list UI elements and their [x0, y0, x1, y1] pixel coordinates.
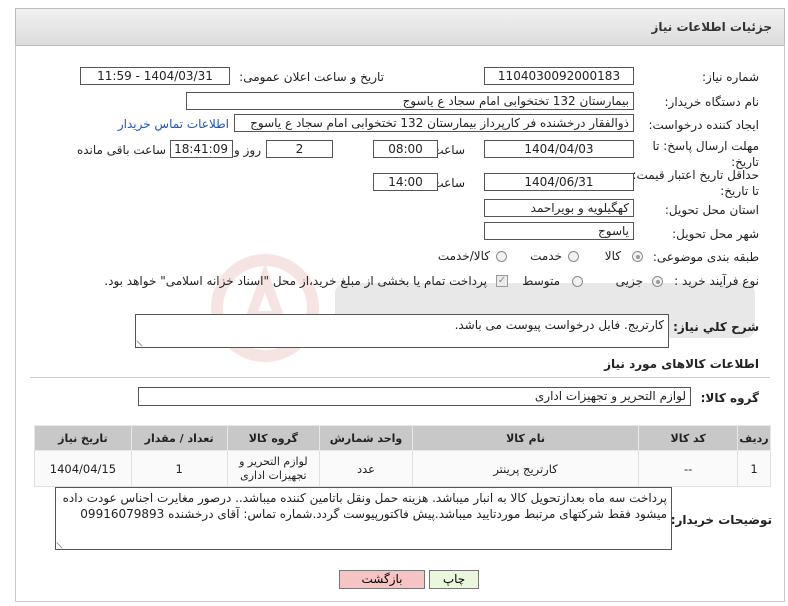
validity-time-field[interactable]: 14:00	[373, 173, 438, 191]
table-row[interactable]: 1 -- کارتریج پرینتر عدد لوازم التحریر و …	[34, 450, 771, 487]
province-field[interactable]: کهگیلویه و بویراحمد	[484, 199, 634, 217]
reply-deadline-label: مهلت ارسال پاسخ: تا تاریخ:	[652, 139, 759, 169]
remaining-time-label: ساعت باقی مانده	[76, 143, 166, 157]
category-option-goods: کالا	[604, 249, 621, 263]
buyer-label: نام دستگاه خریدار:	[664, 95, 760, 109]
remaining-time-field[interactable]: 18:41:09	[170, 140, 233, 158]
buyer-notes-label: توضیحات خریدار:	[670, 513, 772, 527]
goods-group-label: گروه کالا:	[700, 391, 759, 405]
creator-label: ایجاد کننده درخواست:	[648, 118, 759, 132]
page-header: جزئیات اطلاعات نیاز	[15, 8, 785, 46]
goods-section-title: اطلاعات کالاهای مورد نیاز	[604, 357, 759, 371]
col-index: ردیف	[737, 425, 771, 451]
process-option-minor: جزیی	[615, 274, 643, 288]
city-field[interactable]: یاسوج	[484, 222, 634, 240]
buyer-notes-field[interactable]: پرداخت سه ماه بعدازتحویل کالا به انبار م…	[55, 487, 672, 550]
city-label: شهر محل تحویل:	[672, 227, 759, 241]
goods-group-field[interactable]: لوازم التحریر و تجهیزات اداری	[138, 387, 691, 406]
announce-label: تاریخ و ساعت اعلان عمومی:	[239, 70, 384, 84]
table-header-row: ردیف کد کالا نام کالا واحد شمارش گروه کا…	[34, 425, 771, 451]
process-label: نوع فرآیند خرید :	[674, 274, 759, 288]
section-divider	[30, 377, 770, 378]
process-radio-medium[interactable]	[572, 276, 583, 287]
description-field[interactable]: کارتریج. فایل درخواست پیوست می باشد.	[135, 314, 669, 348]
col-unit: واحد شمارش	[319, 425, 413, 451]
col-name: نام کالا	[411, 425, 640, 451]
back-button[interactable]: بازگشت	[339, 570, 425, 589]
reply-date-field[interactable]: 1404/04/03	[484, 140, 634, 158]
treasury-payment-note: پرداخت تمام یا بخشی از مبلغ خرید،از محل …	[104, 274, 487, 288]
cell-qty: 1	[130, 450, 228, 487]
days-remaining-field[interactable]: 2	[266, 140, 333, 158]
resize-handle-icon[interactable]	[56, 537, 68, 549]
cell-group: لوازم التحریر و تجهیزات اداری	[226, 450, 321, 487]
goods-table: ردیف کد کالا نام کالا واحد شمارش گروه کا…	[34, 425, 771, 487]
col-code: کد کالا	[638, 425, 739, 451]
process-option-medium: متوسط	[522, 274, 560, 288]
buyer-field[interactable]: بیمارستان 132 تختخوابی امام سجاد ع یاسوج	[186, 92, 634, 110]
cell-name: کارتریج پرینتر	[411, 450, 640, 487]
resize-handle-icon[interactable]	[136, 335, 148, 347]
reply-time-field[interactable]: 08:00	[373, 140, 438, 158]
cell-unit: عدد	[319, 450, 413, 487]
buyer-notes-text: پرداخت سه ماه بعدازتحویل کالا به انبار م…	[62, 491, 667, 521]
category-radio-goods-service[interactable]	[496, 251, 507, 262]
description-label: شرح كلي نیاز:	[673, 320, 759, 334]
col-date: تاریخ نیاز	[34, 425, 132, 451]
treasury-payment-checkbox[interactable]: ✓	[496, 275, 508, 287]
category-radio-service[interactable]	[568, 251, 579, 262]
days-label: روز و	[234, 143, 261, 157]
description-text: کارتریج. فایل درخواست پیوست می باشد.	[454, 318, 664, 332]
validity-date-field[interactable]: 1404/06/31	[484, 173, 634, 191]
cell-date: 1404/04/15	[34, 450, 132, 487]
cell-index: 1	[737, 450, 771, 487]
col-group: گروه کالا	[226, 425, 321, 451]
print-button[interactable]: چاپ	[429, 570, 479, 589]
process-radio-minor[interactable]	[652, 276, 663, 287]
validity-label: حداقل تاریخ اعتبار قیمت: تا تاریخ:	[632, 168, 759, 198]
need-number-label: شماره نیاز:	[702, 70, 759, 84]
cell-code: --	[638, 450, 739, 487]
announce-field[interactable]: 1404/03/31 - 11:59	[80, 67, 230, 85]
col-qty: تعداد / مقدار	[130, 425, 228, 451]
need-number-field[interactable]: 1104030092000183	[484, 67, 634, 85]
category-label: طبقه بندی موضوعی:	[652, 250, 759, 264]
category-option-goods-service: کالا/خدمت	[437, 249, 490, 263]
category-option-service: خدمت	[530, 249, 562, 263]
buyer-contact-link[interactable]: اطلاعات تماس خریدار	[118, 117, 229, 131]
creator-field[interactable]: ذوالفقار درخشنده فر کارپرداز بیمارستان 1…	[234, 114, 634, 132]
category-radio-goods[interactable]	[632, 251, 643, 262]
page-title: جزئیات اطلاعات نیاز	[651, 20, 772, 34]
province-label: استان محل تحویل:	[664, 203, 759, 217]
